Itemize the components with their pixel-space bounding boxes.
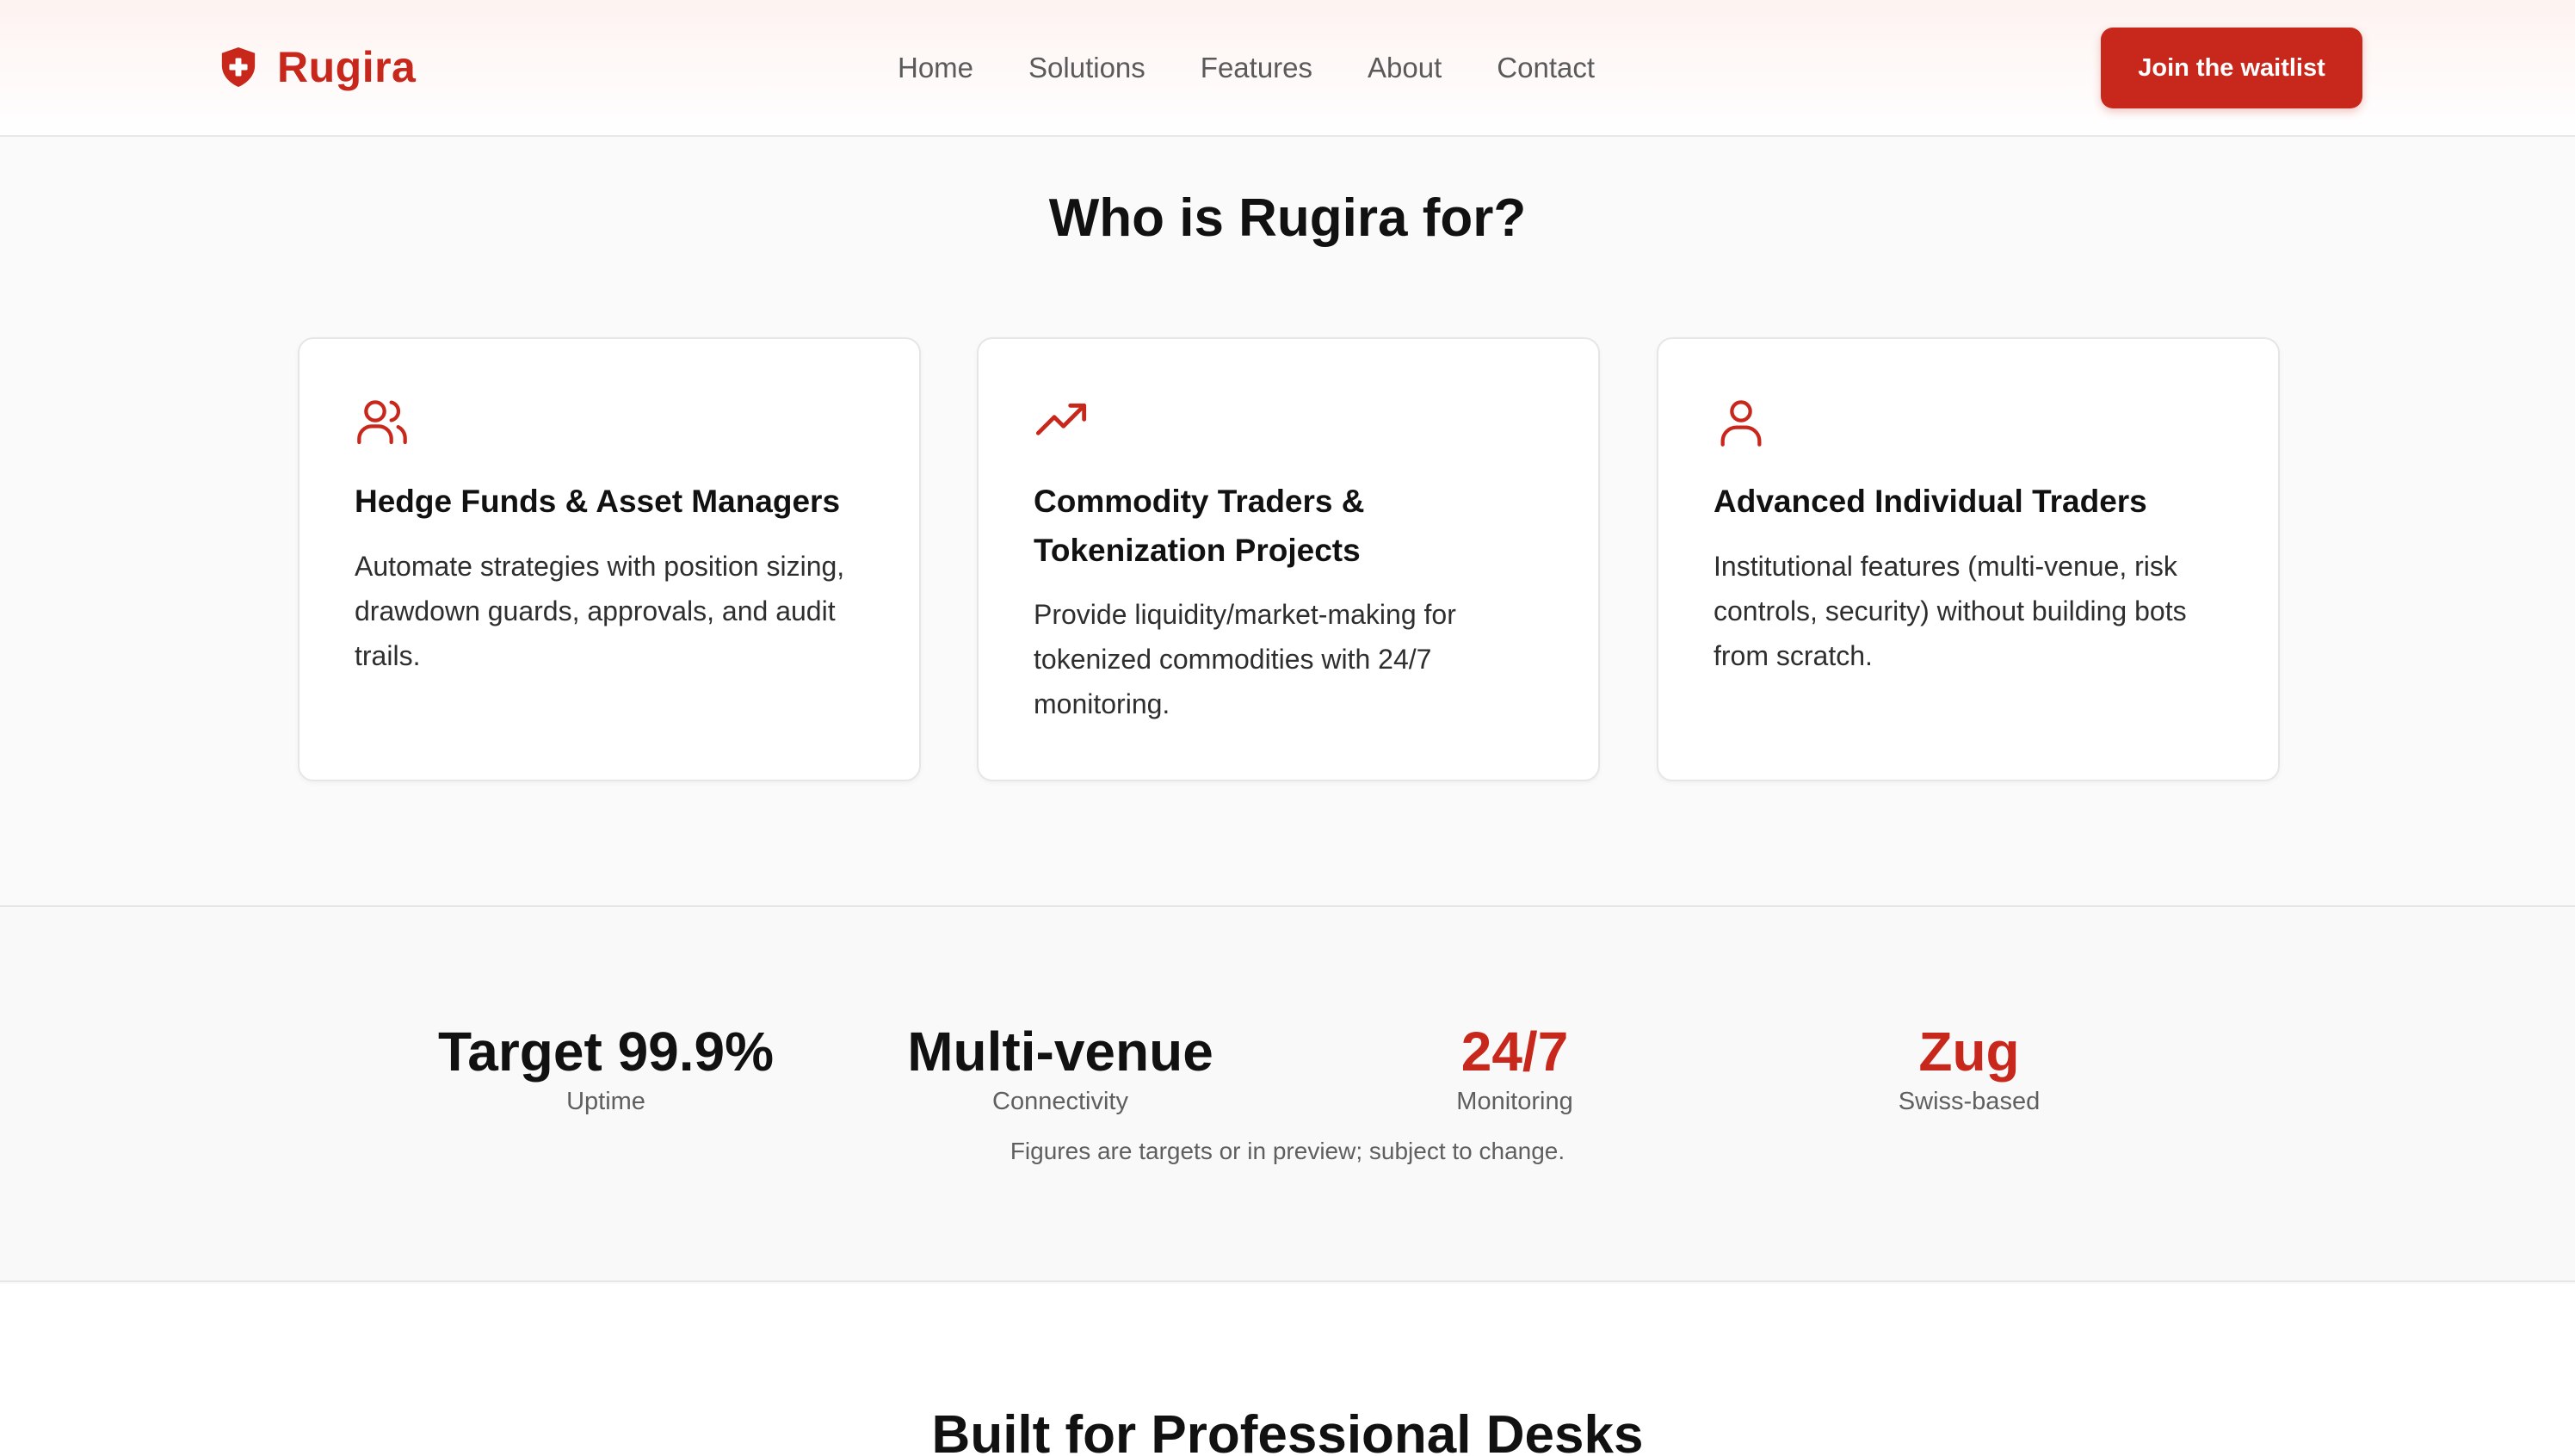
main-nav: Home Solutions Features About Contact — [898, 45, 1595, 91]
stat-label: Uptime — [566, 1088, 645, 1115]
stat-value: Zug — [1918, 1021, 2020, 1083]
stat-value: Target 99.9% — [437, 1021, 775, 1083]
user-icon — [1714, 394, 1769, 449]
stats-section: Target 99.9% Uptime Multi-venue Connecti… — [0, 905, 2575, 1282]
nav-features[interactable]: Features — [1201, 52, 1312, 84]
stat-value: 24/7 — [1460, 1021, 1569, 1083]
stats-disclaimer: Figures are targets or in preview; subje… — [1010, 1138, 1565, 1164]
card-description: Provide liquidity/market-making for toke… — [1034, 599, 1456, 719]
brand-logo[interactable]: Rugira — [219, 40, 416, 95]
stat-label: Monitoring — [1456, 1088, 1573, 1115]
audience-title: Who is Rugira for? — [1048, 188, 1527, 248]
site-header: Rugira Home Solutions Features About Con… — [0, 0, 2575, 137]
nav-home[interactable]: Home — [898, 52, 973, 84]
card-title: Advanced Individual Traders — [1714, 484, 2147, 519]
stat-monitoring: 24/7 Monitoring — [1291, 1017, 1738, 1117]
stat-uptime: Target 99.9% Uptime — [382, 1017, 830, 1117]
trending-up-icon — [1034, 394, 1089, 449]
audience-card-commodity-traders: Commodity Traders & Tokenization Project… — [977, 337, 1600, 781]
nav-about[interactable]: About — [1368, 52, 1442, 84]
card-title: Hedge Funds & Asset Managers — [355, 484, 841, 519]
brand-name: Rugira — [277, 43, 417, 91]
nav-solutions[interactable]: Solutions — [1028, 52, 1145, 84]
users-icon — [355, 394, 410, 449]
stat-connectivity: Multi-venue Connectivity — [837, 1017, 1284, 1117]
join-waitlist-button[interactable]: Join the waitlist — [2101, 28, 2362, 108]
stat-label: Connectivity — [992, 1088, 1128, 1115]
card-description: Institutional features (multi-venue, ris… — [1714, 551, 2187, 671]
stat-label: Swiss-based — [1898, 1088, 2041, 1115]
audience-card-individual-traders: Advanced Individual Traders Institutiona… — [1657, 337, 2280, 781]
card-title: Commodity Traders & Tokenization Project… — [1034, 484, 1365, 568]
built-for-section: Built for Professional Desks — [0, 1284, 2575, 1456]
nav-contact[interactable]: Contact — [1497, 52, 1595, 84]
audience-card-hedge-funds: Hedge Funds & Asset Managers Automate st… — [298, 337, 921, 781]
stat-value: Multi-venue — [907, 1021, 1213, 1083]
card-description: Automate strategies with position sizing… — [355, 551, 845, 671]
section-title: Built for Professional Desks — [931, 1405, 1644, 1456]
stat-location: Zug Swiss-based — [1745, 1017, 2193, 1117]
shield-plus-icon — [219, 45, 258, 89]
